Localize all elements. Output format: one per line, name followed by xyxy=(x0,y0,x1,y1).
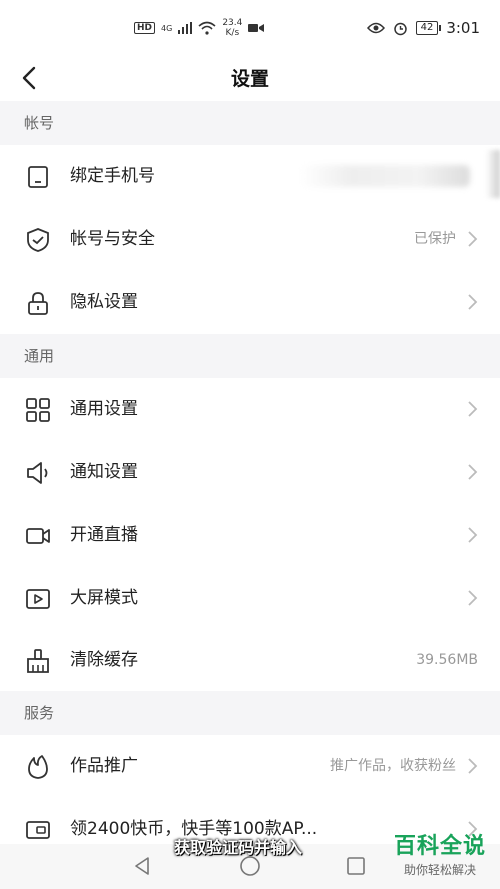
row-label: 开通直播 xyxy=(70,525,138,545)
row-label: 大屏模式 xyxy=(70,588,138,608)
watermark-title: 百科全说 xyxy=(393,834,486,859)
chevron-right-icon xyxy=(468,758,478,774)
tablet-icon xyxy=(28,166,48,188)
eye-icon xyxy=(366,22,385,34)
hd-badge: HD xyxy=(134,22,156,34)
video-camera-icon xyxy=(248,24,265,32)
play-screen-icon xyxy=(26,589,50,609)
speaker-icon xyxy=(27,462,48,484)
nav-back-icon[interactable] xyxy=(132,856,152,876)
nav-recents-icon[interactable] xyxy=(346,856,366,876)
video-camera-icon xyxy=(26,528,50,544)
scrollbar-edge xyxy=(486,150,500,198)
page-title: 设置 xyxy=(230,68,269,90)
settings-row-promotion[interactable]: 作品推广 推广作品，收获粉丝 xyxy=(0,735,500,797)
lock-icon xyxy=(28,292,48,315)
settings-row-general[interactable]: 通用设置 xyxy=(0,378,500,440)
row-label: 隐私设置 xyxy=(70,292,138,312)
grid-icon xyxy=(26,398,50,422)
chevron-right-icon xyxy=(468,401,478,417)
net-speed: 23.4 K/s xyxy=(222,18,242,38)
network-type: 4G xyxy=(161,23,173,33)
clock: 3:01 xyxy=(446,19,480,37)
settings-row-live[interactable]: 开通直播 xyxy=(0,504,500,566)
battery-indicator: 42 xyxy=(415,21,442,35)
signal-icon xyxy=(178,22,193,34)
title-bar: 设置 xyxy=(0,56,500,100)
wallet-icon xyxy=(26,821,50,839)
watermark-subtitle: 助你轻松解决 xyxy=(403,863,476,877)
row-value: 已保护 xyxy=(414,231,456,247)
alarm-icon xyxy=(393,22,407,35)
shield-icon xyxy=(27,228,49,252)
settings-row-privacy[interactable]: 隐私设置 xyxy=(0,271,500,333)
chevron-right-icon xyxy=(468,231,478,247)
broom-icon xyxy=(27,649,49,673)
chevron-right-icon xyxy=(468,590,478,606)
status-bar: HD 4G 23.4 K/s 42 3:01 xyxy=(0,0,500,56)
settings-row-big-screen[interactable]: 大屏模式 xyxy=(0,567,500,629)
settings-row-account-security[interactable]: 帐号与安全 已保护 xyxy=(0,208,500,270)
row-value: 39.56MB xyxy=(416,652,478,668)
section-header-general: 通用 xyxy=(0,334,500,378)
speed-unit: K/s xyxy=(225,28,240,38)
video-caption: 获取验证码并输入 xyxy=(174,838,303,857)
row-label: 清除缓存 xyxy=(70,650,138,670)
row-label: 通知设置 xyxy=(70,462,138,482)
flame-icon xyxy=(28,755,48,779)
chevron-right-icon xyxy=(468,464,478,480)
nav-home-icon[interactable] xyxy=(239,855,261,877)
row-label: 帐号与安全 xyxy=(70,229,155,249)
section-header-service: 服务 xyxy=(0,691,500,735)
wifi-icon xyxy=(198,21,216,35)
row-value: 推广作品，收获粉丝 xyxy=(330,758,456,774)
row-label: 通用设置 xyxy=(70,399,138,419)
speed-value: 23.4 xyxy=(222,18,243,28)
row-label: 作品推广 xyxy=(70,756,138,776)
watermark: 百科全说 助你轻松解决 xyxy=(394,828,486,878)
chevron-right-icon xyxy=(468,294,478,310)
chevron-right-icon xyxy=(468,527,478,543)
redacted-phone xyxy=(300,165,470,187)
section-header-account: 帐号 xyxy=(0,101,500,145)
status-right: 42 3:01 xyxy=(366,19,480,37)
row-label: 绑定手机号 xyxy=(70,166,155,186)
status-network: HD 4G 23.4 K/s xyxy=(134,18,265,38)
settings-row-clear-cache[interactable]: 清除缓存 39.56MB xyxy=(0,629,500,691)
settings-row-bind-phone[interactable]: 绑定手机号 xyxy=(0,145,500,207)
settings-row-notification[interactable]: 通知设置 xyxy=(0,441,500,503)
